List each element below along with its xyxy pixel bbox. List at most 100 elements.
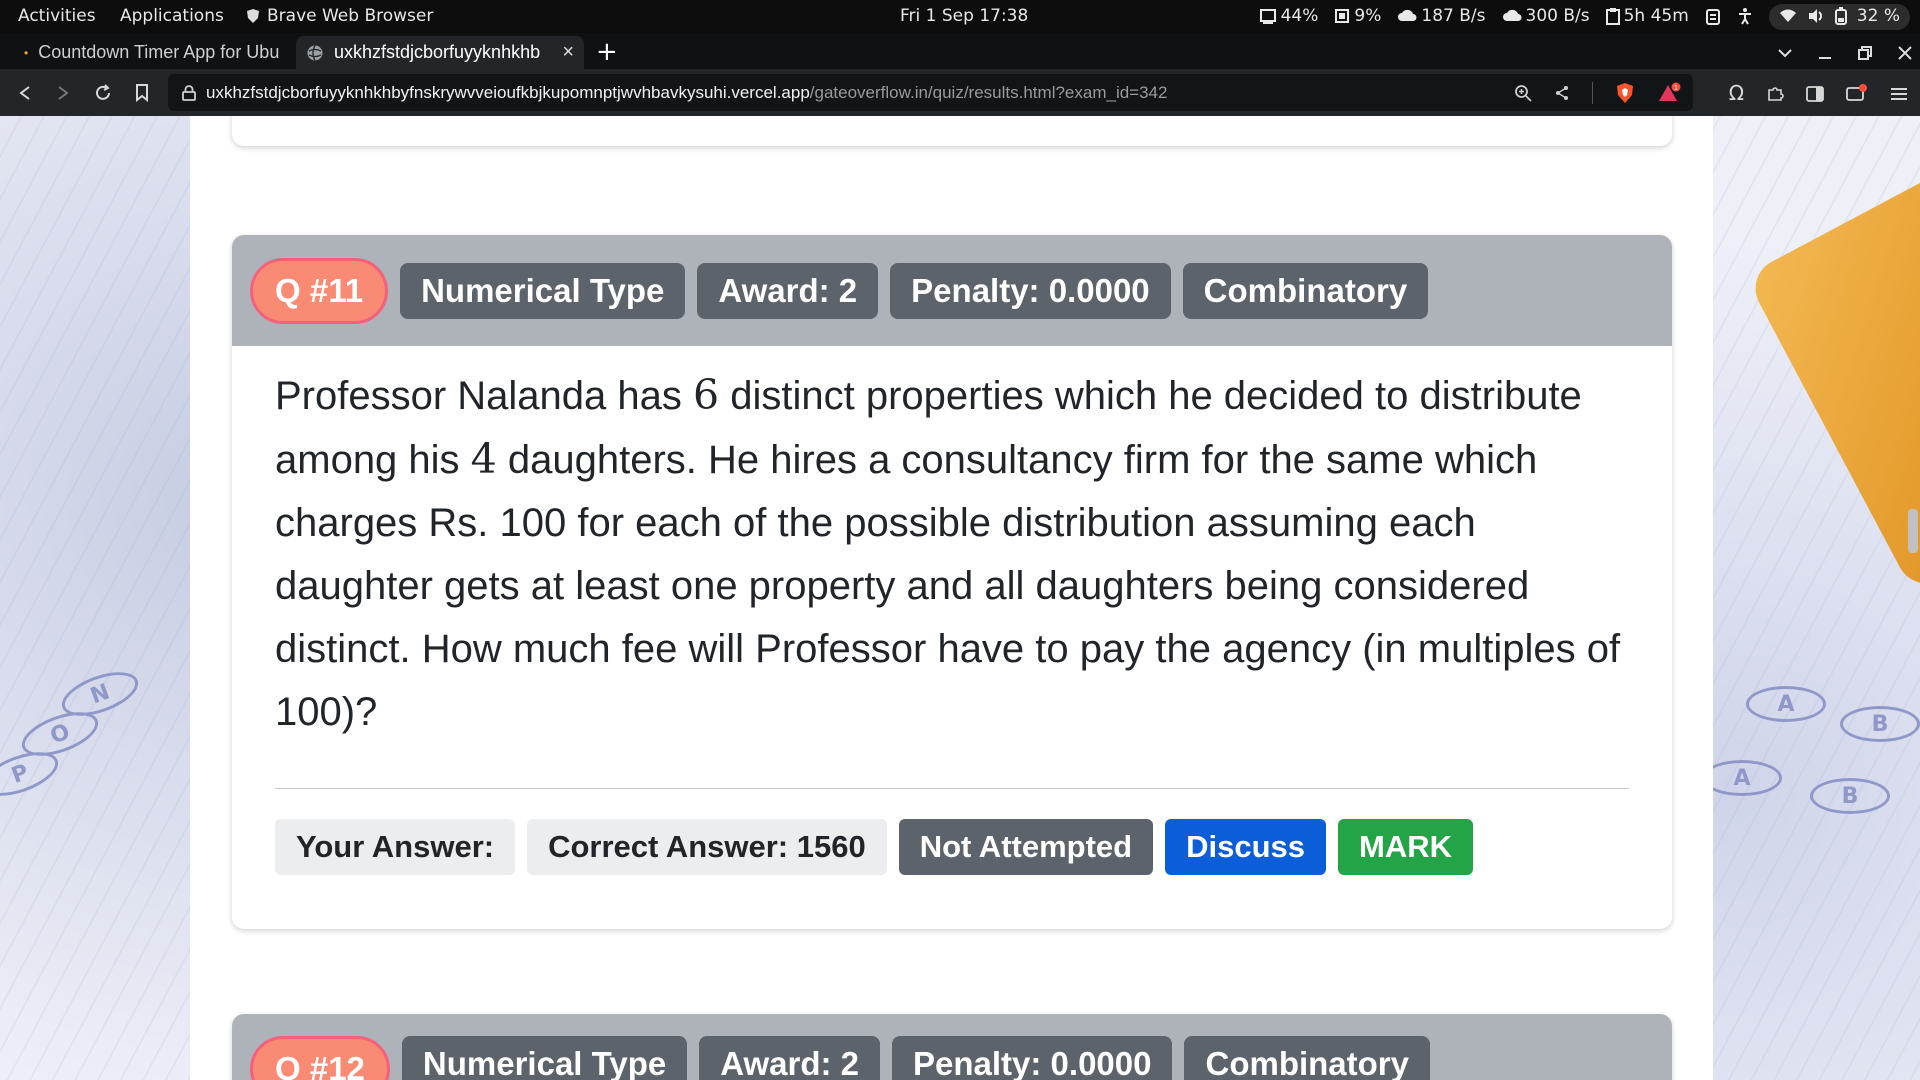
active-app-name: Brave Web Browser <box>267 6 434 26</box>
forward-icon[interactable] <box>48 69 78 116</box>
brave-shields-icon[interactable] <box>1615 82 1635 104</box>
download-cloud-icon <box>1397 0 1417 33</box>
bg-bubble: B <box>1810 778 1890 814</box>
memory-indicator: 9% <box>1334 0 1381 33</box>
back-icon[interactable] <box>10 69 40 116</box>
question-header: Q #11 Numerical Type Award: 2 Penalty: 0… <box>232 235 1672 346</box>
active-app-menu[interactable]: Brave Web Browser <box>246 0 433 33</box>
discuss-button[interactable]: Discuss <box>1165 819 1326 875</box>
wifi-icon <box>1779 0 1797 33</box>
memory-icon <box>1334 0 1350 33</box>
bg-bubble: A <box>1746 686 1826 722</box>
scrollbar-thumb[interactable] <box>1908 509 1918 553</box>
window-controls <box>1778 36 1912 69</box>
question-type-badge: Numerical Type <box>400 262 686 319</box>
sidebar-toggle-icon[interactable] <box>1806 83 1824 102</box>
extension-toolbar: Ω <box>1729 69 1908 116</box>
question-card-previous <box>232 116 1672 146</box>
brave-rewards-icon[interactable]: 1 <box>1657 82 1681 104</box>
question-number-badge: Q #11 <box>250 257 389 324</box>
tab-countdown-timer[interactable]: • Countdown Timer App for Ubu <box>14 36 296 69</box>
reload-icon[interactable] <box>88 69 118 116</box>
question-card-12: Q #12 Numerical Type Award: 2 Penalty: 0… <box>232 1014 1672 1080</box>
extensions-puzzle-icon[interactable] <box>1766 83 1784 103</box>
svg-text:1: 1 <box>1674 84 1678 92</box>
zoom-icon[interactable] <box>1514 83 1532 103</box>
download-value: 187 B/s <box>1421 6 1486 26</box>
bg-bubble: A <box>1702 760 1782 796</box>
tab-favicon-icon: • <box>24 45 29 60</box>
question-number-badge: Q #12 <box>250 1036 390 1080</box>
battery-icon <box>1834 0 1847 33</box>
upload-cloud-icon <box>1502 0 1522 33</box>
system-top-bar: Activities Applications Brave Web Browse… <box>0 0 1920 33</box>
penalty-badge: Penalty: 0.0000 <box>890 262 1171 319</box>
accessibility-icon[interactable] <box>1737 0 1753 33</box>
address-bar-actions: 1 <box>1514 74 1681 111</box>
bookmark-icon[interactable] <box>127 69 157 116</box>
math-number: 6 <box>693 371 720 419</box>
question-card-11: Q #11 Numerical Type Award: 2 Penalty: 0… <box>232 235 1672 929</box>
close-window-icon[interactable] <box>1898 42 1912 63</box>
topic-badge: Combinatory <box>1184 1036 1430 1080</box>
question-body: Professor Nalanda has 6 distinct propert… <box>232 346 1672 875</box>
math-number: 4 <box>470 435 497 483</box>
topic-badge: Combinatory <box>1182 262 1429 319</box>
tab-close-icon[interactable]: × <box>562 41 574 64</box>
award-badge: Award: 2 <box>697 262 879 319</box>
upload-value: 300 B/s <box>1525 6 1590 26</box>
brave-lion-icon <box>246 0 260 33</box>
globe-icon <box>306 42 324 63</box>
question-text-part: Professor Nalanda has <box>275 374 694 418</box>
url-host: uxkhzfstdjcborfuyyknhkhbyfnskrywvveioufk… <box>206 82 810 102</box>
upload-indicator: 300 B/s <box>1502 0 1590 33</box>
tab-quiz-results[interactable]: uxkhzfstdjcborfuyyknhkhb × <box>296 36 584 69</box>
your-answer-label: Your Answer: <box>275 819 516 875</box>
tab-search-chevron-icon[interactable] <box>1778 42 1792 63</box>
mark-button[interactable]: MARK <box>1338 819 1473 875</box>
battery-time-indicator: 5h 45m <box>1605 0 1689 33</box>
question-text: Professor Nalanda has 6 distinct propert… <box>275 364 1629 744</box>
activities-button[interactable]: Activities <box>18 0 96 33</box>
clipboard-icon <box>1605 0 1620 33</box>
wallet-icon[interactable] <box>1846 83 1868 103</box>
award-badge: Award: 2 <box>699 1036 880 1080</box>
address-bar[interactable]: uxkhzfstdjcborfuyyknhkhbyfnskrywvveioufk… <box>168 74 1693 111</box>
address-bar-divider <box>1592 81 1593 104</box>
correct-answer-label: Correct Answer: 1560 <box>527 819 887 875</box>
browser-toolbar: uxkhzfstdjcborfuyyknhkhbyfnskrywvveioufk… <box>0 69 1920 116</box>
status-area[interactable]: 44% 9% 187 B/s 300 B/s 5h 45m 32 % <box>1259 0 1910 33</box>
tab-title: uxkhzfstdjcborfuyyknhkhb <box>334 42 541 62</box>
cpu-icon <box>1259 0 1277 33</box>
results-content-column: Q #11 Numerical Type Award: 2 Penalty: 0… <box>190 116 1713 1080</box>
lock-icon[interactable] <box>182 83 196 103</box>
restore-icon[interactable] <box>1858 42 1872 63</box>
battery-percent: 32 % <box>1856 6 1900 26</box>
volume-icon <box>1807 0 1825 33</box>
system-menu-button[interactable]: 32 % <box>1768 3 1910 30</box>
page-scrollbar[interactable] <box>1906 116 1920 1080</box>
omega-extension-icon[interactable]: Ω <box>1729 81 1744 105</box>
download-indicator: 187 B/s <box>1397 0 1486 33</box>
tab-title: Countdown Timer App for Ubu <box>38 42 280 62</box>
page-viewport[interactable]: A B A B N O P Q #11 Numerical Type Award… <box>0 116 1920 1080</box>
divider <box>275 788 1629 789</box>
new-tab-button[interactable]: + <box>596 36 618 69</box>
question-type-badge: Numerical Type <box>401 1036 688 1080</box>
url-path: /gateoverflow.in/quiz/results.html?exam_… <box>809 82 1168 102</box>
share-icon[interactable] <box>1554 83 1570 103</box>
clipboard-manager-icon[interactable] <box>1705 0 1721 33</box>
cpu-value: 44% <box>1280 6 1319 26</box>
battery-time-value: 5h 45m <box>1623 6 1689 26</box>
cpu-indicator: 44% <box>1259 0 1319 33</box>
browser-tab-strip: • Countdown Timer App for Ubu uxkhzfstdj… <box>0 33 1920 69</box>
status-badge: Not Attempted <box>898 819 1154 875</box>
main-menu-icon[interactable] <box>1890 83 1908 102</box>
memory-value: 9% <box>1354 6 1382 26</box>
minimize-icon[interactable] <box>1818 42 1832 63</box>
applications-menu[interactable]: Applications <box>120 0 224 33</box>
answer-row: Your Answer: Correct Answer: 1560 Not At… <box>275 819 1629 875</box>
question-header: Q #12 Numerical Type Award: 2 Penalty: 0… <box>232 1014 1672 1080</box>
clock[interactable]: Fri 1 Sep 17:38 <box>900 0 1028 33</box>
pencil-background-image <box>1745 153 1920 594</box>
